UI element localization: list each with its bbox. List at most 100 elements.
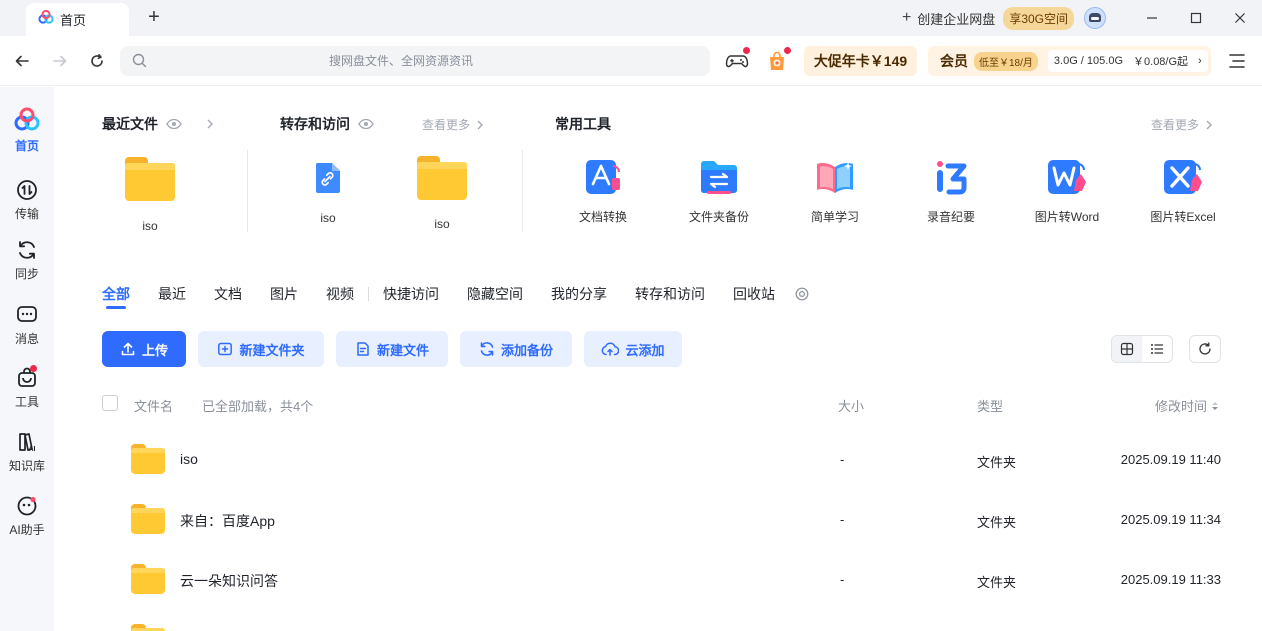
saved-item-folder[interactable]: iso [397, 156, 487, 231]
sidebar-item-home[interactable]: 首页 [0, 107, 54, 154]
search-icon [132, 53, 147, 73]
backup-icon [480, 342, 494, 356]
settings-icon [795, 287, 809, 301]
tab-separator [368, 287, 369, 301]
tab-recent[interactable]: 最近 [158, 284, 186, 312]
space-badge[interactable]: 享30G空间 [1003, 6, 1074, 30]
tab-documents[interactable]: 文档 [214, 284, 242, 312]
file-modified: 2025.09.19 11:40 [1120, 452, 1221, 467]
add-backup-button[interactable]: 添加备份 [460, 331, 572, 367]
sync-icon [19, 241, 35, 259]
cloud-add-button[interactable]: 云添加 [584, 331, 682, 367]
file-row[interactable] [0, 610, 1262, 631]
create-enterprise-button[interactable]: + 创建企业网盘 [902, 9, 995, 28]
file-name[interactable]: 云一朵知识问答 [180, 571, 278, 591]
cloud-add-label: 云添加 [625, 342, 665, 358]
tab-hidden-space[interactable]: 隐藏空间 [467, 284, 523, 312]
sidebar-item-message[interactable]: 消息 [0, 304, 54, 347]
file-size: - [840, 512, 845, 527]
saved-view-more-link[interactable]: 查看更多 [422, 116, 486, 133]
upload-button[interactable]: 上传 [102, 331, 186, 367]
tab-saved-access[interactable]: 转存和访问 [635, 284, 705, 312]
recording-notes-icon [937, 161, 967, 195]
promo-button[interactable]: 大促年卡￥149 [804, 46, 917, 76]
saved-access-title[interactable]: 转存和访问 [280, 114, 374, 134]
folder-plus-icon [218, 342, 233, 356]
sidebar-item-label: 传输 [14, 207, 39, 221]
vip-banner[interactable]: 会员 低至￥18/月 3.0G / 105.0G ￥0.08/G起 › [928, 46, 1211, 76]
recent-file-item[interactable]: iso [105, 157, 195, 233]
sidebar-item-transfer[interactable]: 传输 [0, 179, 54, 222]
forward-button[interactable] [48, 49, 72, 73]
sort-icon [1211, 402, 1218, 410]
open-book-icon [817, 162, 853, 193]
new-tab-button[interactable]: + [146, 6, 162, 28]
reload-icon [91, 54, 103, 67]
file-category-tabs: 全部 最近 文档 图片 视频 快捷访问 隐藏空间 我的分享 转存和访问 回收站 [102, 284, 809, 312]
storage-usage[interactable]: 3.0G / 105.0G ￥0.08/G起 › [1047, 50, 1208, 72]
game-button[interactable] [723, 47, 751, 75]
file-name[interactable]: 来自：百度App [180, 511, 275, 531]
saved-item-link[interactable]: iso [283, 161, 373, 225]
file-row[interactable]: 来自：百度App - 文件夹 2025.09.19 11:34 [0, 490, 1262, 550]
tool-simple-learning[interactable]: 简单学习 [790, 158, 880, 225]
storage-usage-value: 3.0G / 105.0G [1053, 55, 1124, 67]
link-file-icon [315, 163, 340, 193]
file-row[interactable]: iso - 文件夹 2025.09.19 11:40 [0, 430, 1262, 490]
tab-images[interactable]: 图片 [270, 284, 298, 312]
list-view-button[interactable] [1142, 336, 1172, 362]
file-row[interactable]: 云一朵知识问答 - 文件夹 2025.09.19 11:33 [0, 550, 1262, 610]
new-file-button[interactable]: 新建文件 [336, 331, 448, 367]
tab-my-shares[interactable]: 我的分享 [551, 284, 607, 312]
folder-icon [417, 156, 467, 200]
folder-icon [131, 444, 165, 474]
folder-icon [131, 564, 165, 594]
tool-image-to-word[interactable]: 图片转Word [1022, 158, 1112, 225]
plus-icon: + [901, 9, 912, 26]
recent-files-title[interactable]: 最近文件 [102, 114, 216, 134]
search-input[interactable] [120, 46, 710, 76]
pdf-convert-icon [586, 160, 620, 194]
tool-image-to-excel[interactable]: 图片转Excel [1138, 158, 1228, 225]
file-modified: 2025.09.19 11:34 [1120, 512, 1221, 527]
tool-folder-backup[interactable]: 文件夹备份 [674, 158, 764, 225]
reload-button[interactable] [85, 49, 109, 73]
search-bar [120, 46, 710, 76]
back-button[interactable] [10, 49, 34, 73]
maximize-button[interactable] [1174, 0, 1218, 36]
tools-view-more-link[interactable]: 查看更多 [1151, 116, 1215, 133]
tab-quick-access[interactable]: 快捷访问 [383, 284, 439, 312]
file-name[interactable]: iso [180, 451, 198, 467]
vip-label: 会员 [940, 53, 968, 69]
file-size: - [840, 572, 845, 587]
tab-all[interactable]: 全部 [102, 284, 130, 312]
message-icon [17, 306, 37, 322]
column-modified-header[interactable]: 修改时间 [1155, 396, 1219, 415]
tab-label: 首页 [60, 13, 87, 28]
tool-label: 图片转Word [1034, 210, 1100, 224]
refresh-button[interactable] [1189, 335, 1221, 363]
tab-home[interactable]: 首页 [26, 3, 129, 36]
divider [247, 150, 248, 232]
grid-view-button[interactable] [1112, 336, 1142, 362]
close-button[interactable] [1218, 0, 1262, 36]
tab-recycle-bin[interactable]: 回收站 [733, 284, 775, 312]
tool-document-convert[interactable]: 文档转换 [558, 158, 648, 225]
tool-recording-notes[interactable]: 录音纪要 [906, 158, 996, 225]
tab-settings-button[interactable] [795, 287, 809, 306]
sidebar-item-sync[interactable]: 同步 [0, 239, 54, 282]
new-folder-button[interactable]: 新建文件夹 [198, 331, 324, 367]
gift-button[interactable] [763, 47, 791, 75]
menu-button[interactable] [1226, 51, 1248, 71]
common-tools-title-text: 常用工具 [555, 116, 611, 132]
column-size-header[interactable]: 大小 [838, 396, 864, 415]
select-all-checkbox[interactable] [102, 395, 118, 411]
column-name-header[interactable]: 文件名 [134, 396, 173, 415]
title-bar: 首页 + + 创建企业网盘 享30G空间 [0, 0, 1262, 36]
new-folder-label: 新建文件夹 [239, 342, 305, 358]
tab-videos[interactable]: 视频 [326, 284, 354, 312]
column-type-header[interactable]: 类型 [977, 396, 1003, 415]
avatar[interactable] [1084, 7, 1106, 29]
minimize-button[interactable] [1130, 0, 1174, 36]
folder-backup-icon [701, 161, 737, 194]
